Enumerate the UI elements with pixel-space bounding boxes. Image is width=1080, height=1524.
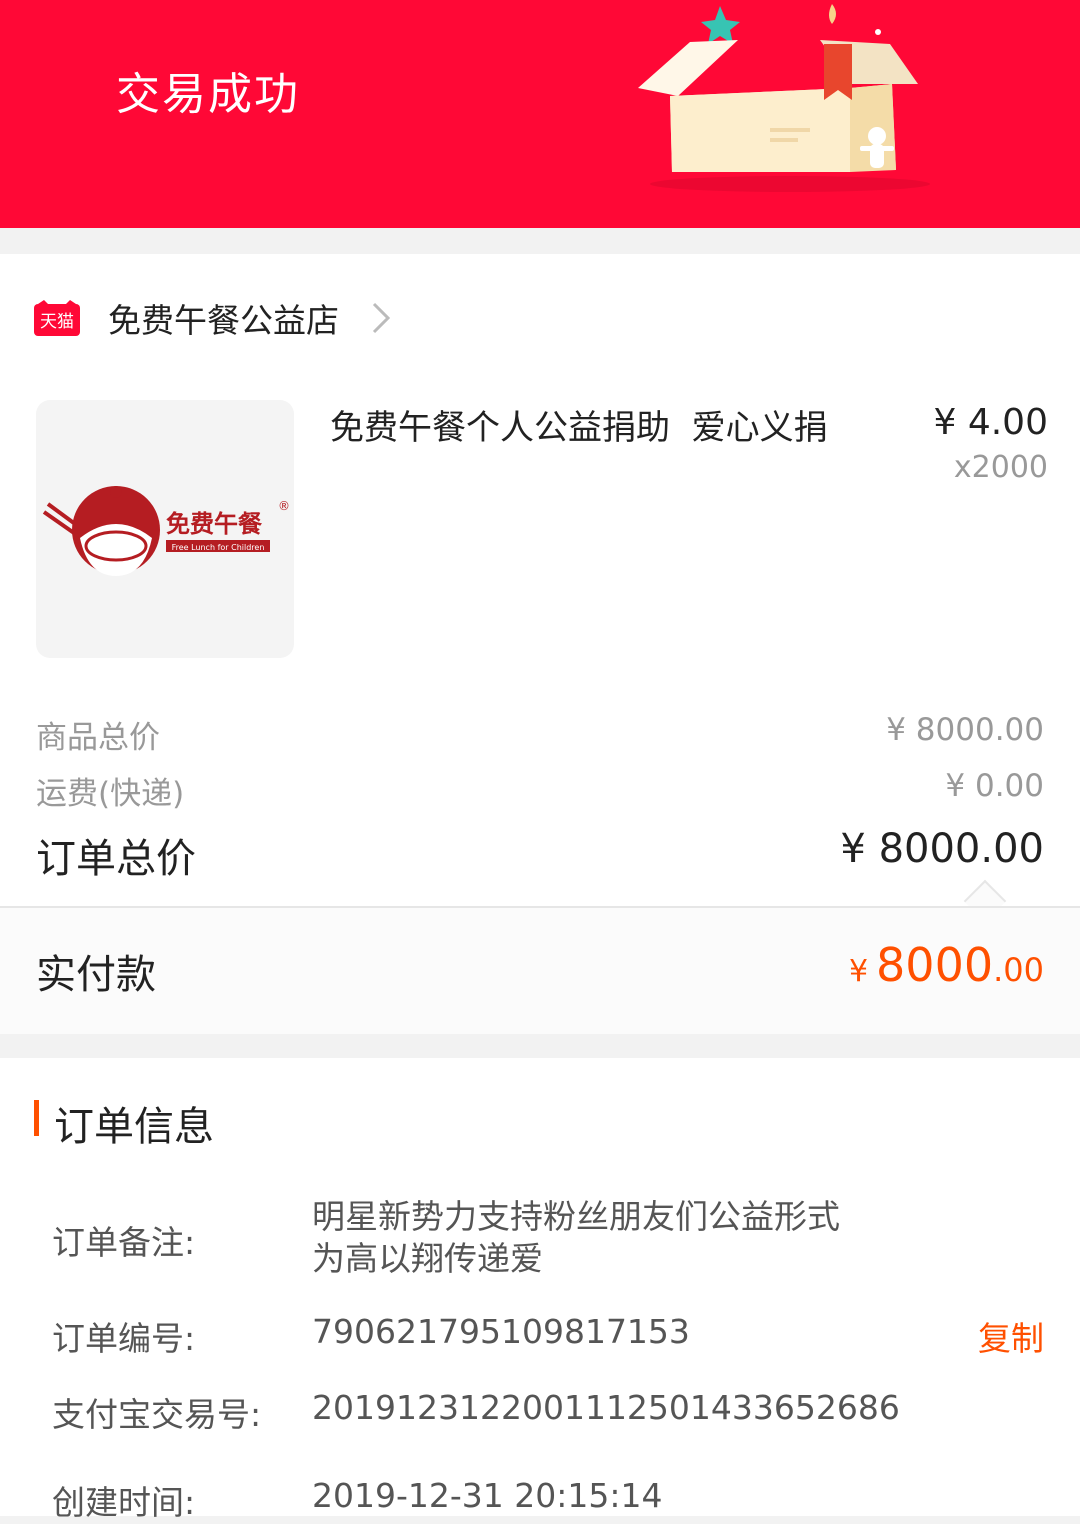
created-time-label: 创建时间:	[52, 1483, 196, 1522]
alipay-trade-number: 2019123122001112501433652686	[312, 1388, 900, 1427]
order-note-value: 明星新势力支持粉丝朋友们公益形式 为高以翔传递爱	[312, 1196, 912, 1280]
shop-name[interactable]: 免费午餐公益店	[108, 294, 339, 342]
order-total-label: 订单总价	[36, 836, 196, 882]
order-note-label: 订单备注:	[52, 1223, 196, 1262]
shipping-value: ¥ 0.00	[945, 768, 1044, 804]
product-thumbnail[interactable]: 免费午餐 ® Free Lunch for Children	[36, 400, 294, 658]
copy-order-number-button[interactable]: 复制	[978, 1312, 1044, 1360]
shipping-label: 运费(快递)	[36, 776, 185, 812]
tmall-badge-text: 天猫	[40, 312, 74, 332]
order-card: 天猫 免费午餐公益店 免费午餐 ® Free Lunch for Childre…	[0, 254, 1080, 923]
order-info-title: 订单信息	[54, 1104, 214, 1150]
product-quantity: x2000	[953, 450, 1048, 485]
subtotal-value: ¥ 8000.00	[886, 712, 1044, 748]
payment-amount-integer: 8000	[876, 938, 994, 992]
order-note-line-2: 为高以翔传递爱	[312, 1239, 543, 1278]
logo-text: 免费午餐	[166, 510, 263, 538]
actual-payment-card: 实付款 ¥8000.00	[0, 906, 1080, 1034]
gift-box-illustration	[638, 4, 930, 192]
product-unit-price: ¥ 4.00	[933, 402, 1048, 443]
product-title[interactable]: 免费午餐个人公益捐助 爱心义捐	[330, 400, 828, 449]
payment-currency: ¥	[848, 954, 869, 989]
order-number-label: 订单编号:	[52, 1319, 196, 1358]
shop-row[interactable]: 天猫 免费午餐公益店	[34, 298, 391, 340]
payment-amount-decimal: .00	[993, 951, 1044, 989]
page-title: 交易成功	[116, 69, 300, 120]
actual-payment-label: 实付款	[36, 952, 156, 998]
order-number-value: 790621795109817153	[312, 1312, 690, 1351]
subtotal-label: 商品总价	[36, 720, 160, 756]
created-time-value: 2019-12-31 20:15:14	[312, 1476, 663, 1515]
order-total-value: ¥ 8000.00	[840, 826, 1044, 872]
subtotal-row: 商品总价 ¥ 8000.00	[36, 712, 1044, 757]
order-total-row: 订单总价 ¥ 8000.00	[36, 826, 1044, 884]
alipay-trade-label: 支付宝交易号:	[52, 1395, 262, 1434]
svg-text:®: ®	[278, 499, 290, 513]
status-header: 交易成功	[0, 0, 1080, 228]
order-note-line-1: 明星新势力支持粉丝朋友们公益形式	[312, 1197, 840, 1236]
logo-subtext: Free Lunch for Children	[172, 543, 265, 552]
actual-payment-amount: ¥8000.00	[849, 938, 1044, 992]
tmall-icon: 天猫	[34, 300, 80, 336]
shipping-row: 运费(快递) ¥ 0.00	[36, 768, 1044, 813]
free-lunch-logo: 免费午餐 ® Free Lunch for Children	[42, 486, 290, 576]
section-accent-bar	[34, 1100, 39, 1136]
order-info-card: 订单信息 订单备注: 明星新势力支持粉丝朋友们公益形式 为高以翔传递爱 订单编号…	[0, 1058, 1080, 1522]
chevron-right-icon[interactable]	[371, 300, 391, 336]
